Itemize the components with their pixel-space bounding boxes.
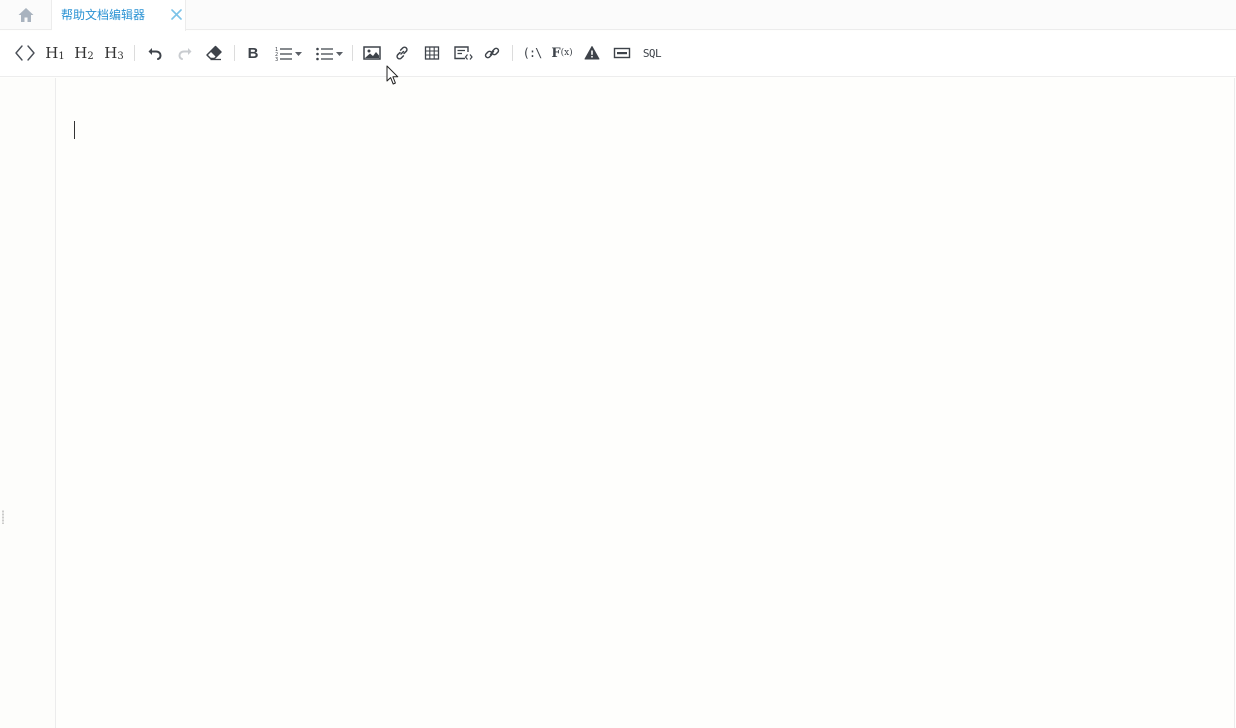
source-code-button[interactable]	[13, 42, 37, 64]
close-icon	[170, 8, 182, 20]
insert-code-block-button[interactable]	[452, 42, 474, 64]
function-sub: (x)	[560, 48, 573, 58]
tab-bar: 帮助文档编辑器	[0, 0, 1236, 31]
heading-3-sub: 3	[117, 50, 124, 62]
bold-button[interactable]: B	[244, 42, 262, 64]
warning-icon	[584, 46, 600, 60]
path-label: (:\	[522, 46, 543, 60]
panel-resize-handle[interactable]	[2, 510, 4, 524]
tab-label: 帮助文档编辑器	[61, 8, 146, 22]
heading-3-label: H	[104, 44, 118, 62]
redo-button[interactable]	[175, 42, 195, 64]
heading-3-button[interactable]: H3	[104, 42, 124, 64]
toolbar-separator	[234, 45, 235, 61]
tab-close-button[interactable]	[168, 6, 184, 22]
heading-2-sub: 2	[87, 50, 94, 62]
svg-text:3: 3	[275, 57, 278, 61]
toolbar-separator	[512, 45, 513, 61]
function-label: F	[551, 45, 561, 61]
image-icon	[363, 46, 381, 60]
home-icon	[18, 8, 33, 22]
insert-link-button[interactable]	[392, 42, 412, 64]
table-icon	[424, 46, 440, 60]
unordered-list-button[interactable]	[315, 42, 345, 64]
field-box-icon	[613, 47, 631, 59]
insert-field-button[interactable]	[612, 42, 632, 64]
insert-anchor-button[interactable]	[482, 42, 502, 64]
ordered-list-icon: 1 2 3	[275, 47, 302, 61]
heading-2-button[interactable]: H2	[74, 42, 94, 64]
bold-label: B	[247, 44, 259, 62]
eraser-icon	[206, 45, 222, 61]
undo-icon	[148, 48, 162, 60]
clear-format-button[interactable]	[203, 42, 225, 64]
insert-sql-button[interactable]: SQL	[641, 42, 663, 64]
editor-left-gutter	[0, 78, 55, 728]
code-brackets-icon	[15, 45, 35, 61]
code-block-icon	[454, 46, 473, 60]
link-icon	[396, 46, 408, 60]
heading-2-label: H	[74, 44, 88, 62]
toolbar-separator	[352, 45, 353, 61]
unordered-list-icon	[316, 47, 343, 61]
undo-button[interactable]	[145, 42, 165, 64]
editor-toolbar: H1 H2 H3 B 1 2 3 (:\ F (x) SQL	[0, 31, 1236, 77]
ordered-list-button[interactable]: 1 2 3	[274, 42, 304, 64]
insert-table-button[interactable]	[422, 42, 442, 64]
insert-function-button[interactable]: F (x)	[551, 42, 573, 64]
text-caret	[74, 121, 75, 139]
sql-label: SQL	[642, 46, 662, 60]
toolbar-separator	[134, 45, 135, 61]
insert-path-button[interactable]: (:\	[521, 42, 543, 64]
heading-1-label: H	[45, 44, 59, 62]
insert-image-button[interactable]	[362, 42, 382, 64]
tab-help-doc-editor[interactable]: 帮助文档编辑器	[52, 0, 186, 31]
redo-icon	[178, 48, 192, 60]
help-doc-editor-window: 帮助文档编辑器 H1 H2 H3 B 1 2 3 (:\ F (x) SQL	[0, 0, 1236, 728]
heading-1-button[interactable]: H1	[45, 42, 65, 64]
chain-link-icon	[484, 47, 500, 59]
editor-content-area[interactable]	[55, 78, 1235, 728]
home-tab[interactable]	[0, 0, 52, 30]
insert-warning-button[interactable]	[583, 42, 601, 64]
heading-1-sub: 1	[58, 50, 65, 62]
